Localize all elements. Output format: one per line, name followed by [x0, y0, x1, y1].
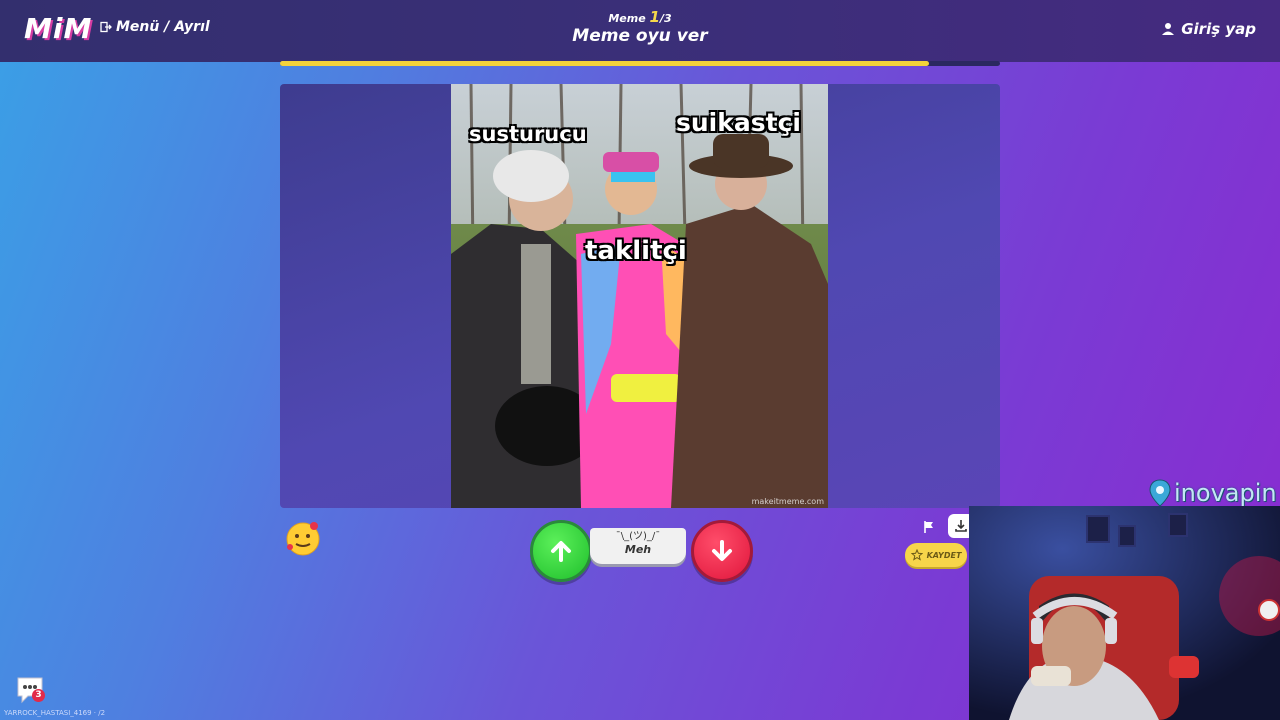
login-label: Giriş yap — [1181, 20, 1256, 38]
meh-label: Meh — [624, 543, 652, 556]
meme-watermark: makeitmeme.com — [751, 497, 824, 506]
webcam-overlay — [969, 506, 1280, 720]
top-header: MiM Menü / Ayrıl Meme 1/3 Meme oyu ver G… — [0, 0, 1280, 62]
caption-left: susturucu — [469, 122, 587, 146]
meh-button[interactable]: ¯\_(ツ)_/¯ Meh — [590, 528, 686, 564]
exit-icon — [100, 21, 112, 33]
caption-center: taklitçi — [585, 236, 687, 266]
round-info: Meme 1/3 Meme oyu ver — [540, 8, 740, 46]
webcam-feed — [969, 506, 1280, 720]
download-icon — [955, 520, 967, 532]
upvote-button[interactable] — [530, 520, 592, 582]
round-progress-fill — [280, 61, 930, 66]
vote-controls: ¯\_(ツ)_/¯ Meh — [528, 520, 753, 582]
round-current: 1 — [649, 8, 660, 26]
round-progress-bar — [280, 61, 1000, 66]
sponsor-name: inovapin — [1174, 479, 1277, 507]
round-counter: Meme 1/3 — [540, 8, 740, 26]
arrow-down-icon — [712, 540, 732, 561]
app-logo[interactable]: MiM — [24, 12, 92, 45]
map-pin-icon — [1149, 479, 1171, 507]
save-label: KAYDET — [926, 550, 962, 560]
round-total: /3 — [659, 12, 672, 25]
meme-card: susturucu suikastçi taklitçi makeitmeme.… — [280, 84, 1000, 508]
meme-photo — [451, 84, 828, 508]
player-tag: YARROCK_HASTASI_4169 · /2 — [4, 709, 106, 717]
meh-shrug: ¯\_(ツ)_/¯ — [615, 531, 661, 542]
arrow-up-icon — [551, 541, 571, 562]
caption-right: suikastçi — [676, 108, 801, 137]
menu-leave-link[interactable]: Menü / Ayrıl — [100, 19, 210, 35]
meme-image: susturucu suikastçi taklitçi makeitmeme.… — [451, 84, 828, 508]
downvote-button[interactable] — [691, 520, 753, 582]
report-flag-icon[interactable] — [922, 520, 936, 534]
mode-title: Meme oyu ver — [572, 26, 708, 46]
menu-leave-label: Menü / Ayrıl — [116, 19, 210, 35]
user-icon — [1162, 23, 1175, 35]
save-button[interactable]: KAYDET — [905, 543, 967, 567]
sponsor-logo: inovapin — [1148, 478, 1277, 508]
round-prefix: Meme — [608, 12, 650, 25]
chat-unread-badge: 3 — [32, 689, 45, 702]
star-icon — [910, 549, 923, 561]
login-button[interactable]: Giriş yap — [1161, 20, 1256, 38]
emoji-reaction-icon[interactable] — [284, 519, 322, 557]
